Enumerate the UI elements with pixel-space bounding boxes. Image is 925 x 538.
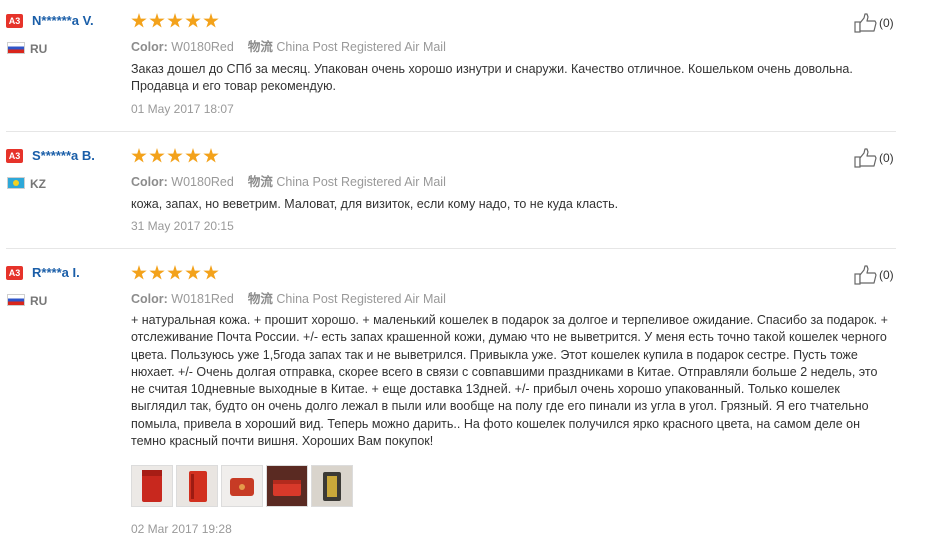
star-icon (131, 13, 147, 28)
red-wallet-photo-icon (177, 466, 217, 506)
star-rating (131, 148, 221, 164)
review-divider (6, 248, 896, 249)
star-icon (149, 265, 165, 280)
star-icon (203, 265, 219, 280)
helpful-button[interactable]: (0) (854, 265, 894, 285)
buyer-name: N******a V. (32, 13, 94, 28)
color-label: Color: (131, 40, 168, 54)
helpful-button[interactable]: (0) (854, 13, 894, 33)
star-icon (149, 13, 165, 28)
buyer-country: RU (30, 294, 48, 308)
country-flag-icon (7, 294, 25, 306)
color-value: W0181Red (171, 292, 234, 306)
shipping-label: 物流 (247, 292, 273, 306)
buyer-country: KZ (30, 177, 46, 191)
shipping-label: 物流 (247, 175, 273, 189)
star-icon (167, 148, 183, 163)
order-info: Color: W0180Red 物流 China Post Registered … (131, 36, 446, 55)
buyer-level-badge: A3 (6, 14, 23, 28)
thumbs-up-icon (854, 13, 877, 33)
shipping-value: China Post Registered Air Mail (276, 175, 446, 189)
star-icon (185, 148, 201, 163)
buyer-level-badge: A3 (6, 266, 23, 280)
shipping-label: 物流 (247, 40, 273, 54)
helpful-count: (0) (879, 151, 894, 165)
helpful-button[interactable]: (0) (854, 148, 894, 168)
review-date: 01 May 2017 18:07 (131, 102, 234, 116)
red-wallet-photo-icon (222, 466, 262, 506)
review-divider (6, 131, 896, 132)
helpful-count: (0) (879, 268, 894, 282)
color-value: W0180Red (171, 175, 234, 189)
review-photo-thumbnail[interactable] (221, 465, 263, 507)
star-icon (203, 13, 219, 28)
thumbs-up-icon (854, 148, 877, 168)
color-label: Color: (131, 175, 168, 189)
star-icon (185, 265, 201, 280)
review-date: 02 Mar 2017 19:28 (131, 522, 232, 536)
review-photo-thumbnail[interactable] (311, 465, 353, 507)
color-value: W0180Red (171, 40, 234, 54)
country-flag-icon (7, 177, 25, 189)
order-info: Color: W0180Red 物流 China Post Registered … (131, 171, 446, 190)
review-text: кожа, запах, но веветрим. Маловат, для в… (131, 197, 619, 211)
star-icon (167, 13, 183, 28)
star-icon (185, 13, 201, 28)
review-text: + натуральная кожа. + прошит хорошо. + м… (131, 313, 888, 449)
thumbs-up-icon (854, 265, 877, 285)
shipping-value: China Post Registered Air Mail (276, 292, 446, 306)
buyer-name: R****a I. (32, 265, 80, 280)
star-icon (149, 148, 165, 163)
wallet-box-photo-icon (312, 466, 352, 506)
review-photo-thumbnail[interactable] (176, 465, 218, 507)
buyer-name: S******a B. (32, 148, 95, 163)
order-info: Color: W0181Red 物流 China Post Registered … (131, 288, 446, 307)
color-label: Color: (131, 292, 168, 306)
star-icon (131, 148, 147, 163)
helpful-count: (0) (879, 16, 894, 30)
country-flag-icon (7, 42, 25, 54)
star-icon (167, 265, 183, 280)
buyer-country: RU (30, 42, 48, 56)
review-photo-thumbnail[interactable] (131, 465, 173, 507)
star-rating (131, 265, 221, 281)
review-photos (131, 465, 356, 507)
review-photo-thumbnail[interactable] (266, 465, 308, 507)
red-wallet-photo-icon (132, 466, 172, 506)
star-icon (131, 265, 147, 280)
shipping-value: China Post Registered Air Mail (276, 40, 446, 54)
star-icon (203, 148, 219, 163)
red-wallet-photo-icon (267, 466, 307, 506)
star-rating (131, 13, 221, 29)
buyer-level-badge: A3 (6, 149, 23, 163)
review-text: Заказ дошел до СПб за месяц. Упакован оч… (131, 62, 853, 94)
review-date: 31 May 2017 20:15 (131, 219, 234, 233)
